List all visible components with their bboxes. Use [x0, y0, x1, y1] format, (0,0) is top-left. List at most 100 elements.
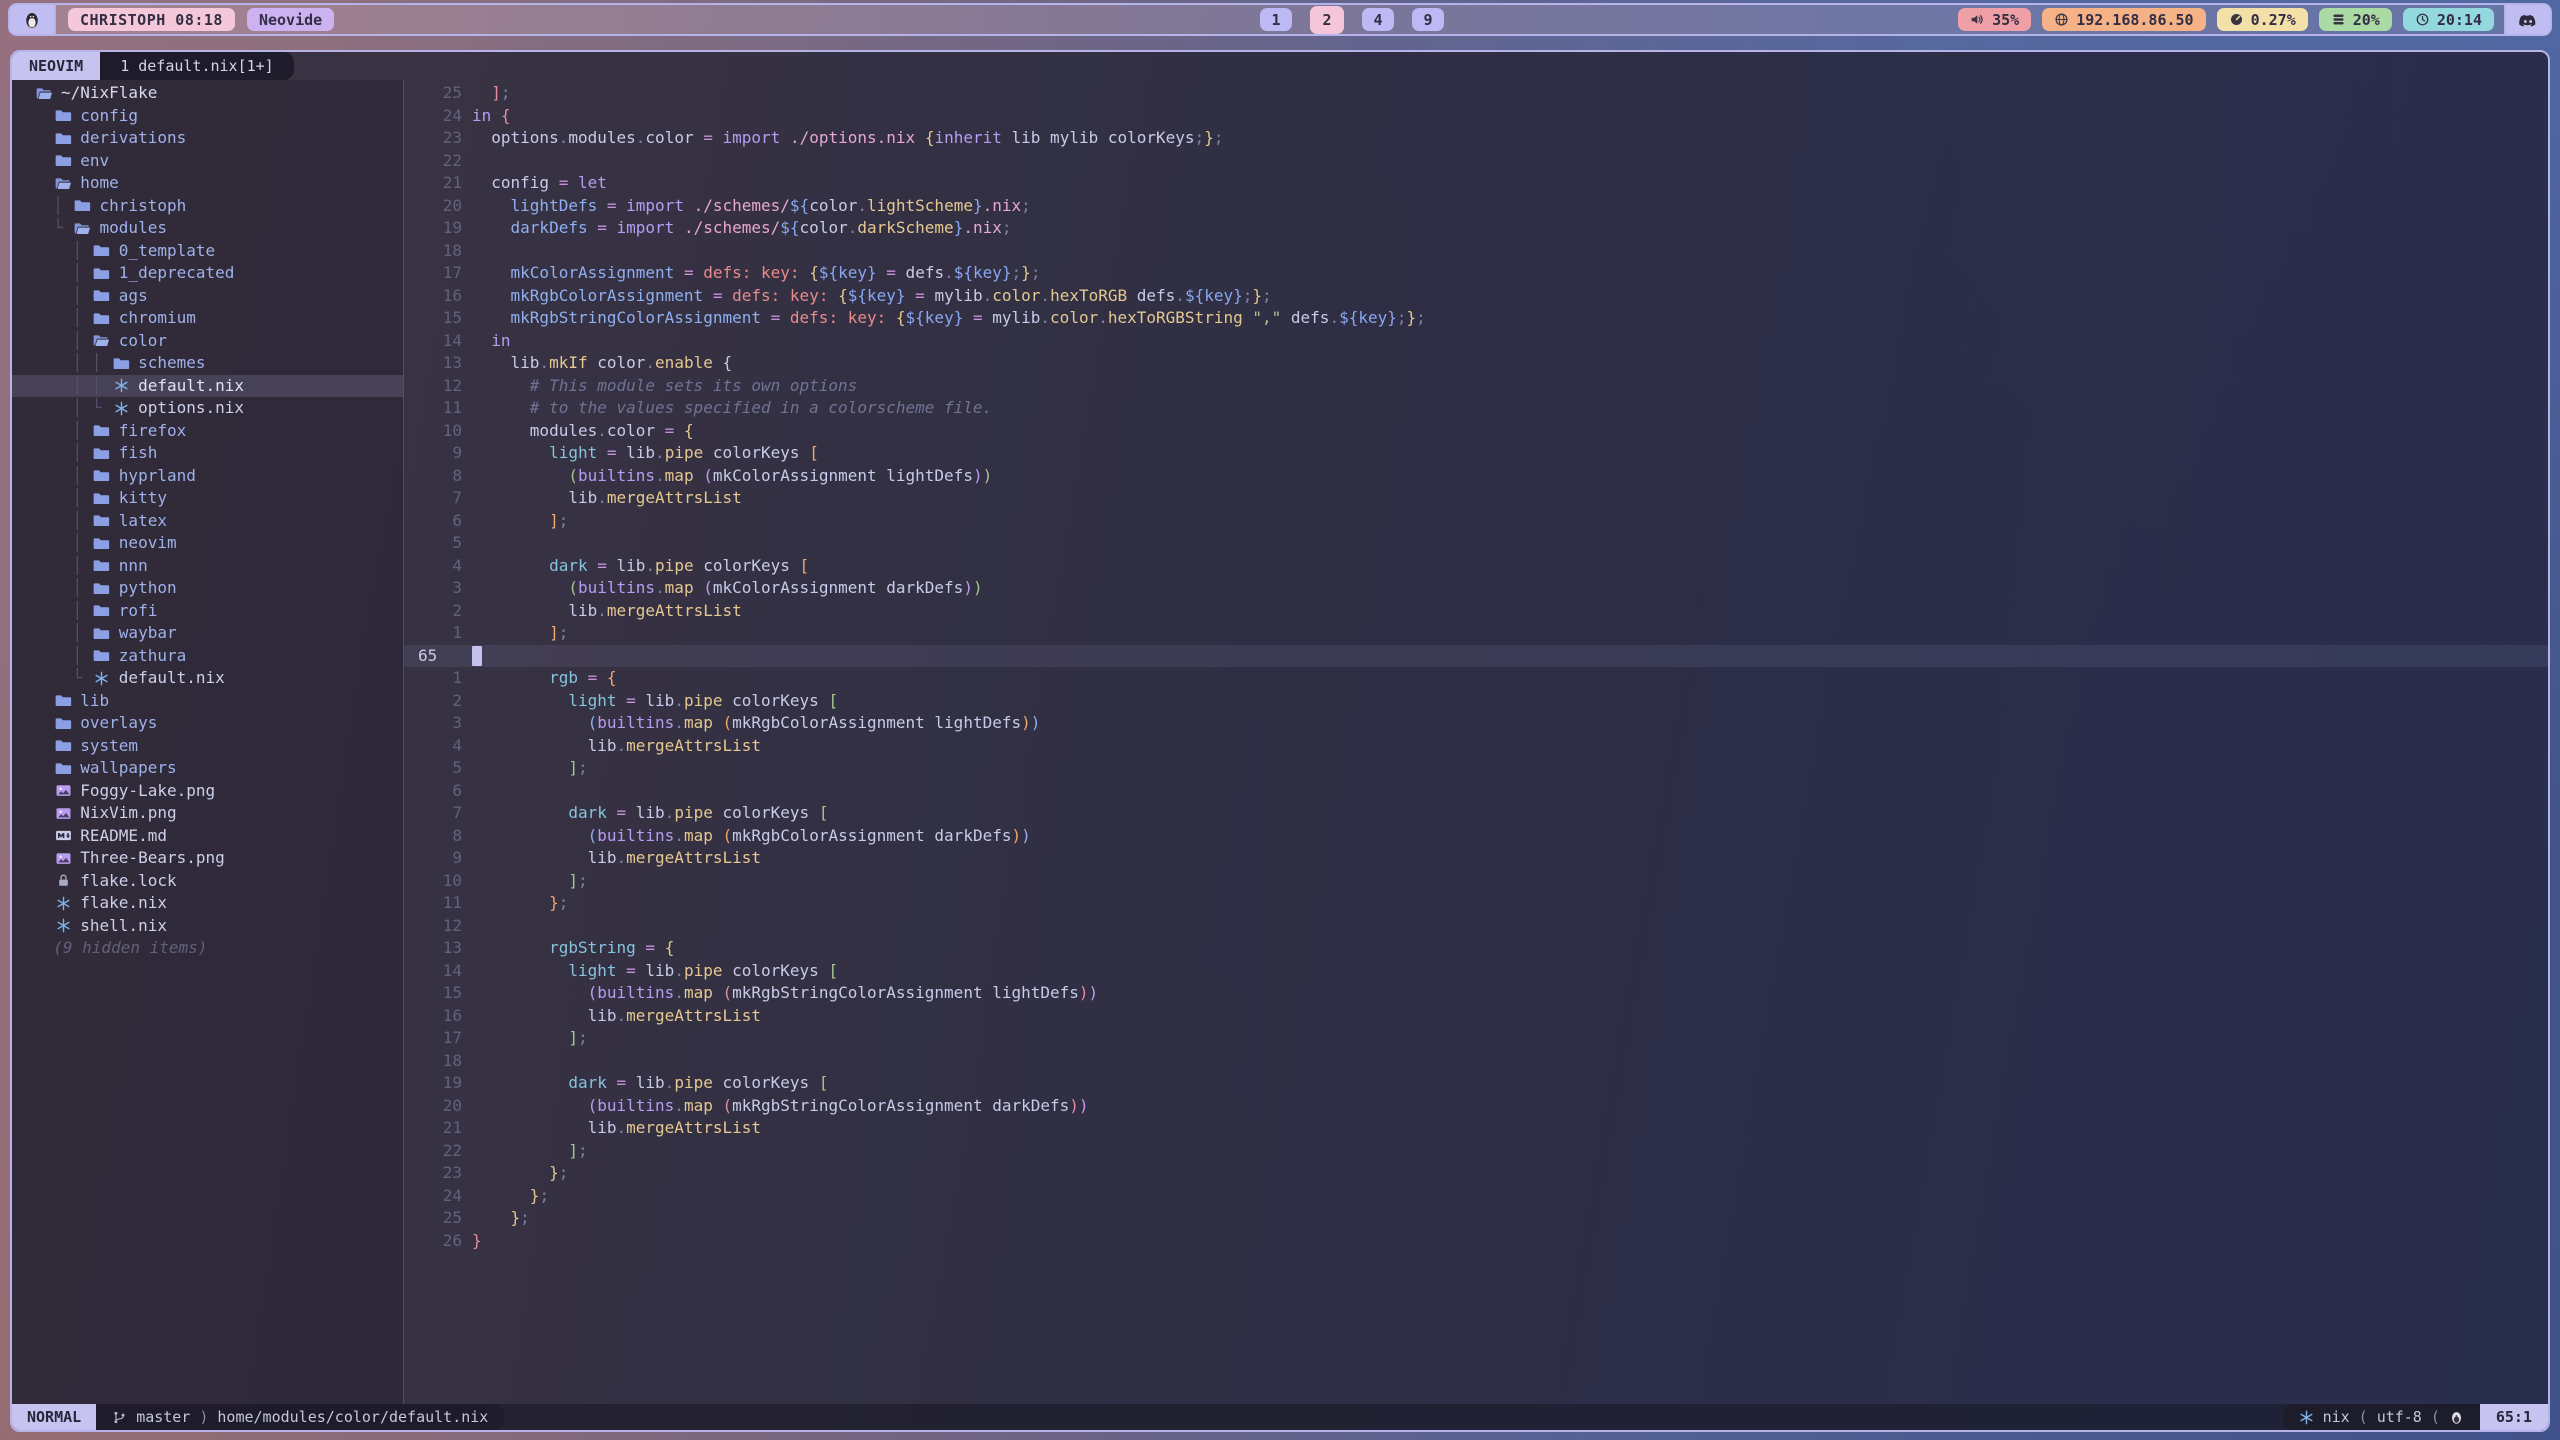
code-line[interactable]: 7 dark = lib.pipe colorKeys [ [404, 802, 2548, 825]
code-line[interactable]: 11 }; [404, 892, 2548, 915]
tree-item-Three-Bears.png[interactable]: Three-Bears.png [12, 847, 403, 870]
tree-item-flake.lock[interactable]: flake.lock [12, 870, 403, 893]
code-line[interactable]: 3 (builtins.map (mkRgbColorAssignment li… [404, 712, 2548, 735]
code-line[interactable]: 20 lightDefs = import ./schemes/${color.… [404, 195, 2548, 218]
code-line[interactable]: 19 dark = lib.pipe colorKeys [ [404, 1072, 2548, 1095]
tree-item-env[interactable]: env [12, 150, 403, 173]
tree-item-1_deprecated[interactable]: │ 1_deprecated [12, 262, 403, 285]
tree-item-latex[interactable]: │ latex [12, 510, 403, 533]
tree-item-hyprland[interactable]: │ hyprland [12, 465, 403, 488]
tree-item-python[interactable]: │ python [12, 577, 403, 600]
code-line[interactable]: 23 options.modules.color = import ./opti… [404, 127, 2548, 150]
tree-item-waybar[interactable]: │ waybar [12, 622, 403, 645]
code-line[interactable]: 7 lib.mergeAttrsList [404, 487, 2548, 510]
workspace-tab-4[interactable]: 4 [1362, 8, 1394, 31]
code-line[interactable]: 16 lib.mergeAttrsList [404, 1005, 2548, 1028]
code-line[interactable]: 18 [404, 240, 2548, 263]
code-line[interactable]: 9 lib.mergeAttrsList [404, 847, 2548, 870]
tree-item-rofi[interactable]: │ rofi [12, 600, 403, 623]
tree-item-color[interactable]: │ color [12, 330, 403, 353]
tree-item-kitty[interactable]: │ kitty [12, 487, 403, 510]
code-line[interactable]: 17 ]; [404, 1027, 2548, 1050]
code-line[interactable]: 2 lib.mergeAttrsList [404, 600, 2548, 623]
tree-item-0_template[interactable]: │ 0_template [12, 240, 403, 263]
code-line[interactable]: 24 }; [404, 1185, 2548, 1208]
code-line[interactable]: 5 [404, 532, 2548, 555]
code-line[interactable]: 17 mkColorAssignment = defs: key: {${key… [404, 262, 2548, 285]
tree-item-system[interactable]: system [12, 735, 403, 758]
code-line[interactable]: 1 rgb = { [404, 667, 2548, 690]
tree-item-derivations[interactable]: derivations [12, 127, 403, 150]
code-line[interactable]: 4 dark = lib.pipe colorKeys [ [404, 555, 2548, 578]
code-line[interactable]: 24in { [404, 105, 2548, 128]
code-line[interactable]: 11 # to the values specified in a colors… [404, 397, 2548, 420]
code-line[interactable]: 13 lib.mkIf color.enable { [404, 352, 2548, 375]
tree-item-README.md[interactable]: README.md [12, 825, 403, 848]
code-line[interactable]: 6 [404, 780, 2548, 803]
tree-item-options.nix[interactable]: │ └ options.nix [12, 397, 403, 420]
tree-item-zathura[interactable]: │ zathura [12, 645, 403, 668]
tree-item-fish[interactable]: │ fish [12, 442, 403, 465]
code-line[interactable]: 22 ]; [404, 1140, 2548, 1163]
code-line[interactable]: 16 mkRgbColorAssignment = defs: key: {${… [404, 285, 2548, 308]
code-line[interactable]: 14 light = lib.pipe colorKeys [ [404, 960, 2548, 983]
workspace-tab-1[interactable]: 1 [1260, 8, 1292, 31]
code-line[interactable]: 10 modules.color = { [404, 420, 2548, 443]
code-line[interactable]: 6 ]; [404, 510, 2548, 533]
tree-item-config[interactable]: config [12, 105, 403, 128]
code-line[interactable]: 23 }; [404, 1162, 2548, 1185]
code-line[interactable]: 12 # This module sets its own options [404, 375, 2548, 398]
tree-hidden-items[interactable]: (9 hidden items) [12, 937, 403, 960]
tree-item-chromium[interactable]: │ chromium [12, 307, 403, 330]
code-line[interactable]: 5 ]; [404, 757, 2548, 780]
tree-item-overlays[interactable]: overlays [12, 712, 403, 735]
code-line[interactable]: 15 (builtins.map (mkRgbStringColorAssign… [404, 982, 2548, 1005]
code-line[interactable]: 8 (builtins.map (mkRgbColorAssignment da… [404, 825, 2548, 848]
tree-item-default.nix[interactable]: │ │ default.nix [12, 375, 403, 398]
code-line[interactable]: 18 [404, 1050, 2548, 1073]
code-line[interactable]: 25 }; [404, 1207, 2548, 1230]
tree-item-schemes[interactable]: │ │ schemes [12, 352, 403, 375]
tree-item-shell.nix[interactable]: shell.nix [12, 915, 403, 938]
tree-item-modules[interactable]: └ modules [12, 217, 403, 240]
code-line[interactable]: 19 darkDefs = import ./schemes/${color.d… [404, 217, 2548, 240]
code-line[interactable]: 10 ]; [404, 870, 2548, 893]
code-line[interactable]: 26} [404, 1230, 2548, 1253]
tree-item-default.nix[interactable]: └ default.nix [12, 667, 403, 690]
code-line-current[interactable]: 65 [404, 645, 2548, 668]
tree-item-nnn[interactable]: │ nnn [12, 555, 403, 578]
code-line[interactable]: 2 light = lib.pipe colorKeys [ [404, 690, 2548, 713]
code-line[interactable]: 20 (builtins.map (mkRgbStringColorAssign… [404, 1095, 2548, 1118]
tree-item-NixFlake[interactable]: ~/NixFlake [12, 82, 403, 105]
tree-item-firefox[interactable]: │ firefox [12, 420, 403, 443]
code-line[interactable]: 22 [404, 150, 2548, 173]
code-line[interactable]: 15 mkRgbStringColorAssignment = defs: ke… [404, 307, 2548, 330]
workspace-tab-2[interactable]: 2 [1310, 6, 1344, 34]
tree-item-flake.nix[interactable]: flake.nix [12, 892, 403, 915]
code-line[interactable]: 14 in [404, 330, 2548, 353]
buffer-tab[interactable]: 1 default.nix[1+] [100, 52, 294, 80]
code-line[interactable]: 3 (builtins.map (mkColorAssignment darkD… [404, 577, 2548, 600]
tree-item-christoph[interactable]: │ christoph [12, 195, 403, 218]
discord-tray-box[interactable] [2504, 5, 2550, 34]
code-editor[interactable]: 25 ];24in {23 options.modules.color = im… [404, 80, 2548, 1404]
tree-item-home[interactable]: home [12, 172, 403, 195]
code-line[interactable]: 1 ]; [404, 622, 2548, 645]
code-line[interactable]: 12 [404, 915, 2548, 938]
file-tree-panel[interactable]: ~/NixFlake config derivations env home │… [12, 80, 404, 1404]
code-line[interactable]: 13 rgbString = { [404, 937, 2548, 960]
tree-item-lib[interactable]: lib [12, 690, 403, 713]
code-line[interactable]: 9 light = lib.pipe colorKeys [ [404, 442, 2548, 465]
code-line[interactable]: 25 ]; [404, 82, 2548, 105]
tree-item-wallpapers[interactable]: wallpapers [12, 757, 403, 780]
tree-item-neovim[interactable]: │ neovim [12, 532, 403, 555]
tree-item-NixVim.png[interactable]: NixVim.png [12, 802, 403, 825]
code-line[interactable]: 21 config = let [404, 172, 2548, 195]
discord-icon[interactable] [2518, 10, 2538, 30]
workspace-tab-9[interactable]: 9 [1412, 8, 1444, 31]
code-line[interactable]: 8 (builtins.map (mkColorAssignment light… [404, 465, 2548, 488]
code-line[interactable]: 4 lib.mergeAttrsList [404, 735, 2548, 758]
code-line[interactable]: 21 lib.mergeAttrsList [404, 1117, 2548, 1140]
tree-item-Foggy-Lake.png[interactable]: Foggy-Lake.png [12, 780, 403, 803]
tree-item-ags[interactable]: │ ags [12, 285, 403, 308]
